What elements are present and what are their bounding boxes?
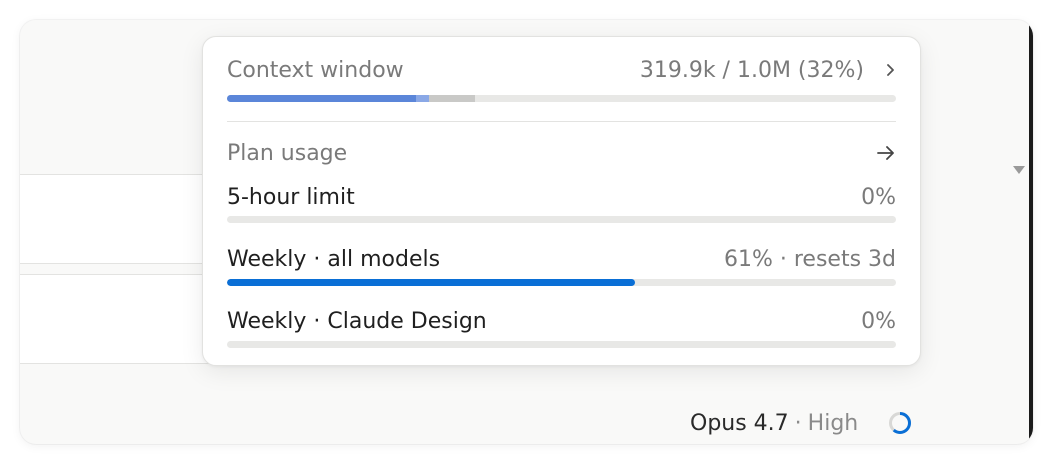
model-separator: ·: [794, 410, 802, 436]
limit-value: 61% · resets 3d: [723, 246, 896, 272]
context-window-value: 319.9k / 1.0M (32%): [639, 57, 864, 83]
limit-label: Weekly · all models: [227, 246, 441, 272]
plan-usage-row[interactable]: Plan usage: [227, 136, 896, 170]
caret-down-icon[interactable]: [1013, 166, 1025, 174]
context-bar-segment: [227, 95, 416, 102]
context-bar-segment: [415, 95, 430, 102]
context-bar-segment: [429, 95, 475, 102]
limit-bar: [227, 279, 896, 286]
limit-value: 0%: [861, 184, 896, 210]
window-edge: [1029, 20, 1033, 444]
model-effort: High: [807, 410, 859, 436]
context-window-bar: [227, 95, 896, 102]
limit-row: 5-hour limit 0%: [227, 180, 896, 214]
limit-label: Weekly · Claude Design: [227, 308, 487, 334]
model-name: Opus 4.7: [690, 410, 789, 436]
limit-value: 0%: [861, 308, 896, 334]
usage-ring-icon[interactable]: [888, 411, 912, 435]
model-selector[interactable]: Opus 4.7 · High: [690, 406, 912, 440]
context-window-title: Context window: [227, 57, 404, 83]
limit-row: Weekly · all models 61% · resets 3d: [227, 242, 896, 276]
context-window-row[interactable]: Context window 319.9k / 1.0M (32%): [227, 53, 896, 87]
usage-popover: Context window 319.9k / 1.0M (32%) Plan …: [202, 36, 921, 366]
divider: [227, 121, 896, 122]
plan-usage-title: Plan usage: [227, 140, 348, 166]
limit-row: Weekly · Claude Design 0%: [227, 304, 896, 338]
limit-bar: [227, 341, 896, 348]
arrow-right-icon[interactable]: [876, 145, 896, 161]
chevron-right-icon[interactable]: [886, 63, 896, 77]
limit-bar: [227, 216, 896, 223]
limit-label: 5-hour limit: [227, 184, 355, 210]
limit-bar-fill: [227, 279, 636, 286]
